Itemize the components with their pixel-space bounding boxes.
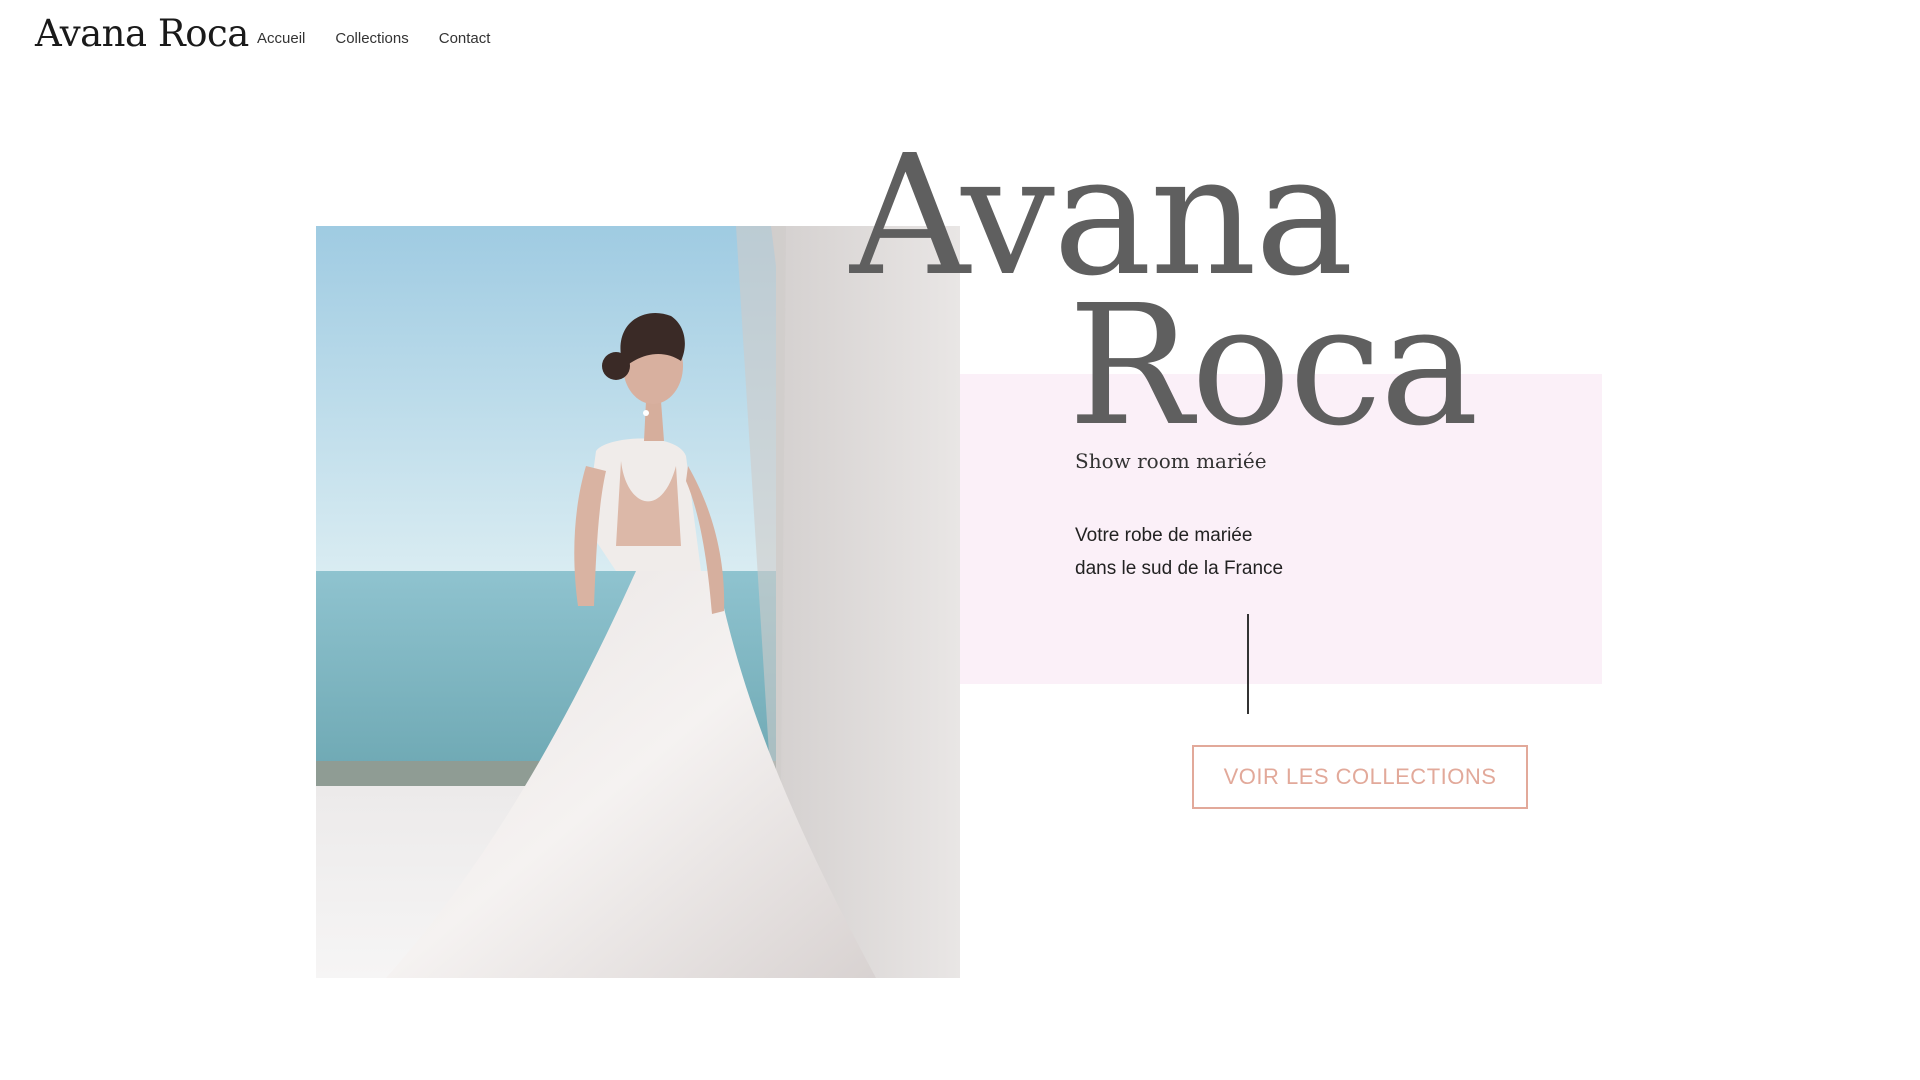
tagline-line2: dans le sud de la France: [1075, 558, 1284, 579]
hero-tagline: Votre robe de mariée dans le sud de la F…: [1075, 519, 1283, 585]
tagline-line1: Votre robe de mariée: [1075, 525, 1253, 546]
nav-link-accueil[interactable]: Accueil: [257, 30, 305, 47]
nav-link-collections[interactable]: Collections: [335, 30, 408, 47]
view-collections-button[interactable]: VOIR LES COLLECTIONS: [1192, 745, 1528, 809]
hero-bride-photo: [316, 226, 960, 978]
hero-title-line2: Roca: [1068, 270, 1479, 463]
site-logo[interactable]: Avana Roca: [35, 12, 249, 55]
hero-subtitle: Show room mariée: [1075, 449, 1267, 473]
page: Avana Roca Accueil Collections Contact A…: [0, 0, 1920, 1080]
bride-illustration: [316, 226, 960, 978]
decorative-vertical-line: [1247, 614, 1249, 714]
main-nav: Accueil Collections Contact: [257, 30, 490, 47]
nav-link-contact[interactable]: Contact: [439, 30, 491, 47]
